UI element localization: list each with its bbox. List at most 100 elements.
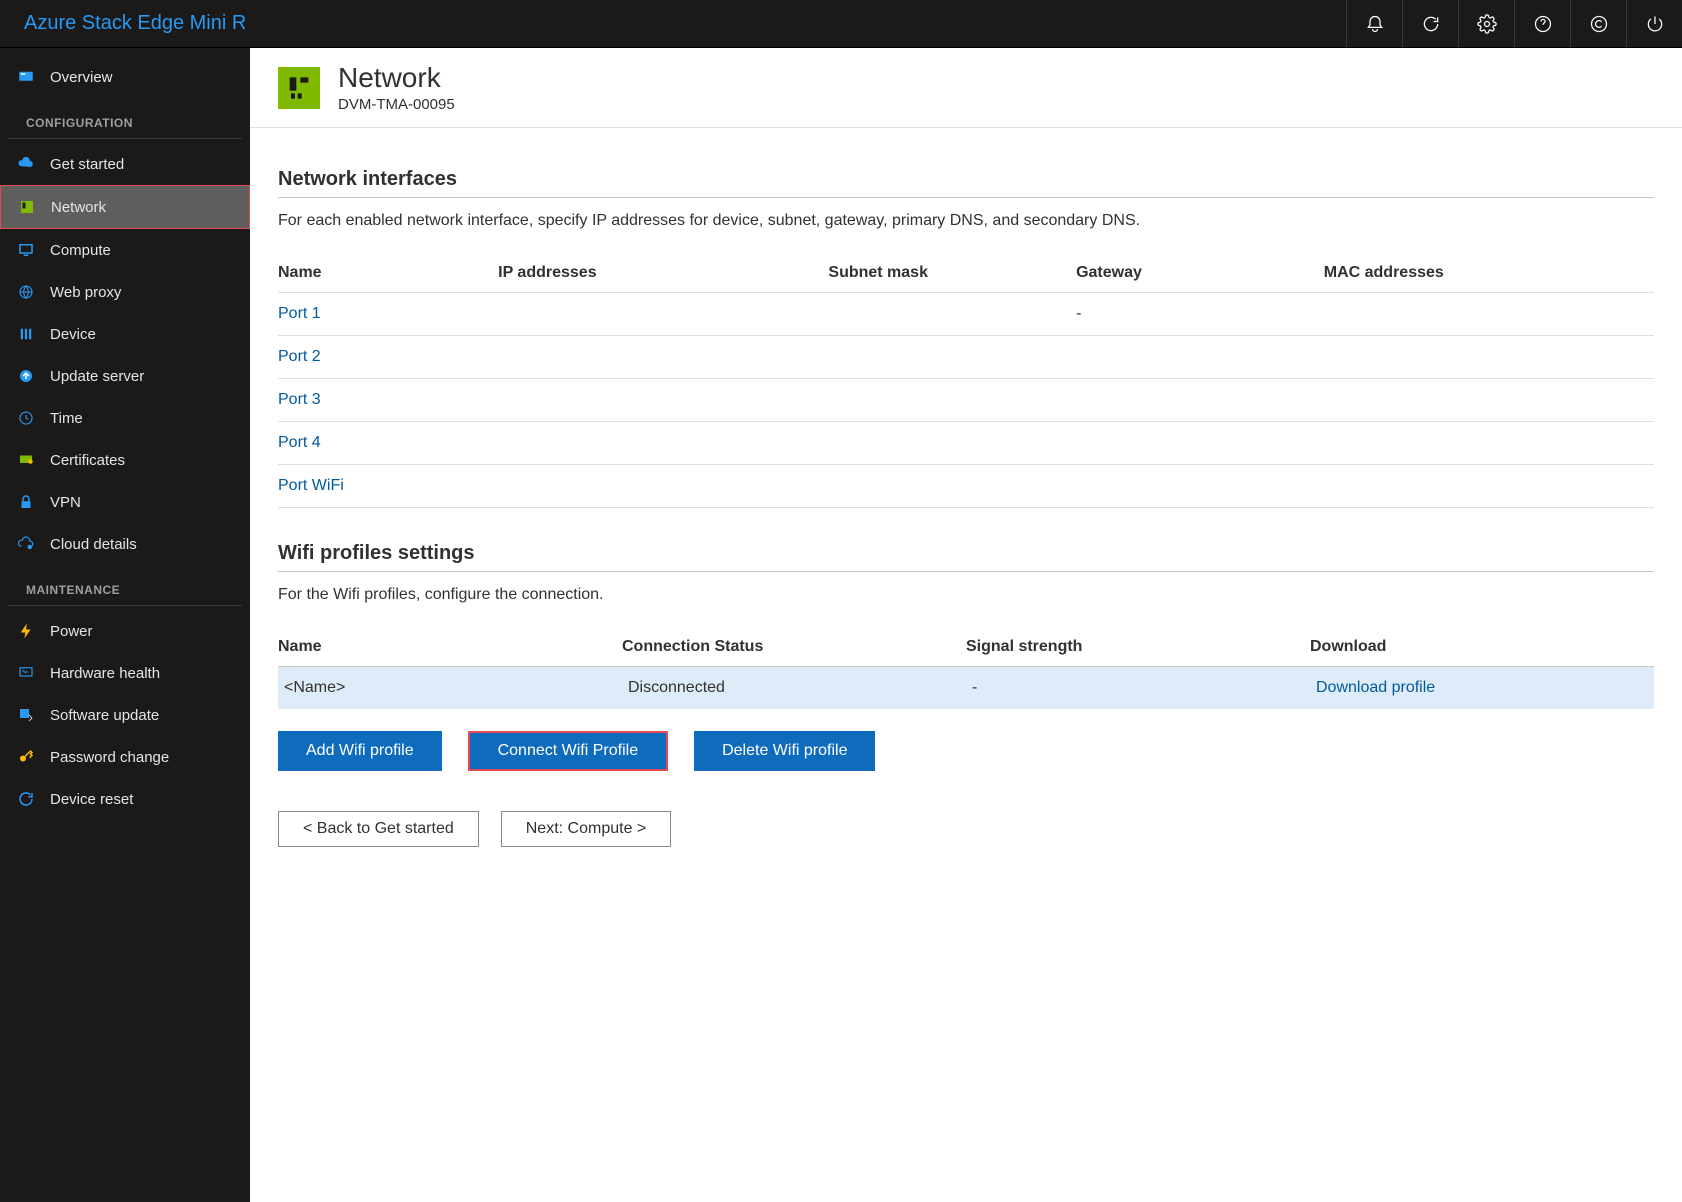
network-icon [17,197,37,217]
cloud-details-icon [16,534,36,554]
sidebar-item-software-update[interactable]: Software update [0,694,250,736]
subnet-cell [828,336,1076,379]
refresh-icon[interactable] [1402,0,1458,47]
sidebar-item-label: Time [50,410,83,427]
copyright-icon[interactable] [1570,0,1626,47]
col-subnet: Subnet mask [828,258,1076,293]
sidebar-section-maintenance: MAINTENANCE [8,565,242,606]
sidebar-item-label: Certificates [50,452,125,469]
network-row: Port 3 [278,379,1654,422]
port-link[interactable]: Port 3 [278,391,321,408]
port-link[interactable]: Port WiFi [278,477,344,494]
mac-cell [1324,422,1654,465]
wifi-profiles-heading: Wifi profiles settings [278,542,1654,572]
col-mac: MAC addresses [1324,258,1654,293]
cloud-icon [16,154,36,174]
gateway-cell [1076,465,1324,508]
network-row: Port WiFi [278,465,1654,508]
back-button[interactable]: < Back to Get started [278,811,479,847]
gateway-cell [1076,422,1324,465]
col-name: Name [278,258,498,293]
hardware-icon [16,663,36,683]
sidebar-item-label: Software update [50,707,159,724]
next-button[interactable]: Next: Compute > [501,811,672,847]
sidebar-item-label: Device [50,326,96,343]
sidebar-item-label: Cloud details [50,536,137,553]
globe-icon [16,282,36,302]
compute-icon [16,240,36,260]
network-interfaces-heading: Network interfaces [278,168,1654,198]
sidebar: Overview CONFIGURATION Get started Netwo… [0,48,250,1202]
wifi-signal-cell: - [966,667,1310,710]
ip-cell [498,336,828,379]
wifi-col-download: Download [1310,632,1654,667]
network-header-icon [278,67,320,109]
sidebar-item-update-server[interactable]: Update server [0,355,250,397]
sidebar-item-hardware-health[interactable]: Hardware health [0,652,250,694]
device-icon [16,324,36,344]
sidebar-item-vpn[interactable]: VPN [0,481,250,523]
ip-cell [498,465,828,508]
sidebar-item-device-reset[interactable]: Device reset [0,778,250,820]
sidebar-item-label: Device reset [50,791,133,808]
port-link[interactable]: Port 4 [278,434,321,451]
port-link[interactable]: Port 1 [278,305,321,322]
power-icon[interactable] [1626,0,1682,47]
wifi-col-name: Name [278,632,622,667]
ip-cell [498,293,828,336]
overview-icon [16,67,36,87]
sidebar-item-label: Power [50,623,93,640]
port-link[interactable]: Port 2 [278,348,321,365]
wifi-profile-row[interactable]: <Name> Disconnected - Download profile [278,667,1654,710]
gateway-cell: - [1076,293,1324,336]
sidebar-item-network[interactable]: Network [0,185,250,229]
sidebar-item-power[interactable]: Power [0,610,250,652]
sidebar-item-web-proxy[interactable]: Web proxy [0,271,250,313]
sidebar-item-time[interactable]: Time [0,397,250,439]
sidebar-item-compute[interactable]: Compute [0,229,250,271]
connect-wifi-profile-button[interactable]: Connect Wifi Profile [468,731,669,771]
sidebar-item-label: Password change [50,749,169,766]
lock-icon [16,492,36,512]
sidebar-item-label: Web proxy [50,284,121,301]
mac-cell [1324,336,1654,379]
wifi-status-cell: Disconnected [622,667,966,710]
wifi-profiles-desc: For the Wifi profiles, configure the con… [278,586,1654,604]
sidebar-item-get-started[interactable]: Get started [0,143,250,185]
help-icon[interactable] [1514,0,1570,47]
gateway-cell [1076,379,1324,422]
mac-cell [1324,379,1654,422]
network-row: Port 1 - [278,293,1654,336]
wifi-col-status: Connection Status [622,632,966,667]
sidebar-item-device[interactable]: Device [0,313,250,355]
page-title: Network [338,62,455,94]
page-subtitle: DVM-TMA-00095 [338,96,455,113]
sidebar-item-label: VPN [50,494,81,511]
key-icon [16,747,36,767]
certificate-icon [16,450,36,470]
network-row: Port 2 [278,336,1654,379]
download-profile-link[interactable]: Download profile [1316,679,1435,696]
notifications-icon[interactable] [1346,0,1402,47]
wifi-name-cell: <Name> [278,667,622,710]
sidebar-item-label: Update server [50,368,144,385]
subnet-cell [828,422,1076,465]
delete-wifi-profile-button[interactable]: Delete Wifi profile [694,731,875,771]
sidebar-item-overview[interactable]: Overview [0,56,250,98]
update-server-icon [16,366,36,386]
add-wifi-profile-button[interactable]: Add Wifi profile [278,731,442,771]
mac-cell [1324,465,1654,508]
subnet-cell [828,465,1076,508]
sidebar-item-label: Get started [50,156,124,173]
ip-cell [498,422,828,465]
settings-icon[interactable] [1458,0,1514,47]
sidebar-item-label: Compute [50,242,111,259]
sidebar-item-password-change[interactable]: Password change [0,736,250,778]
network-row: Port 4 [278,422,1654,465]
software-update-icon [16,705,36,725]
sidebar-item-certificates[interactable]: Certificates [0,439,250,481]
network-interfaces-desc: For each enabled network interface, spec… [278,212,1654,230]
sidebar-item-cloud-details[interactable]: Cloud details [0,523,250,565]
sidebar-item-label: Overview [50,69,113,86]
brand-title: Azure Stack Edge Mini R [0,12,246,35]
